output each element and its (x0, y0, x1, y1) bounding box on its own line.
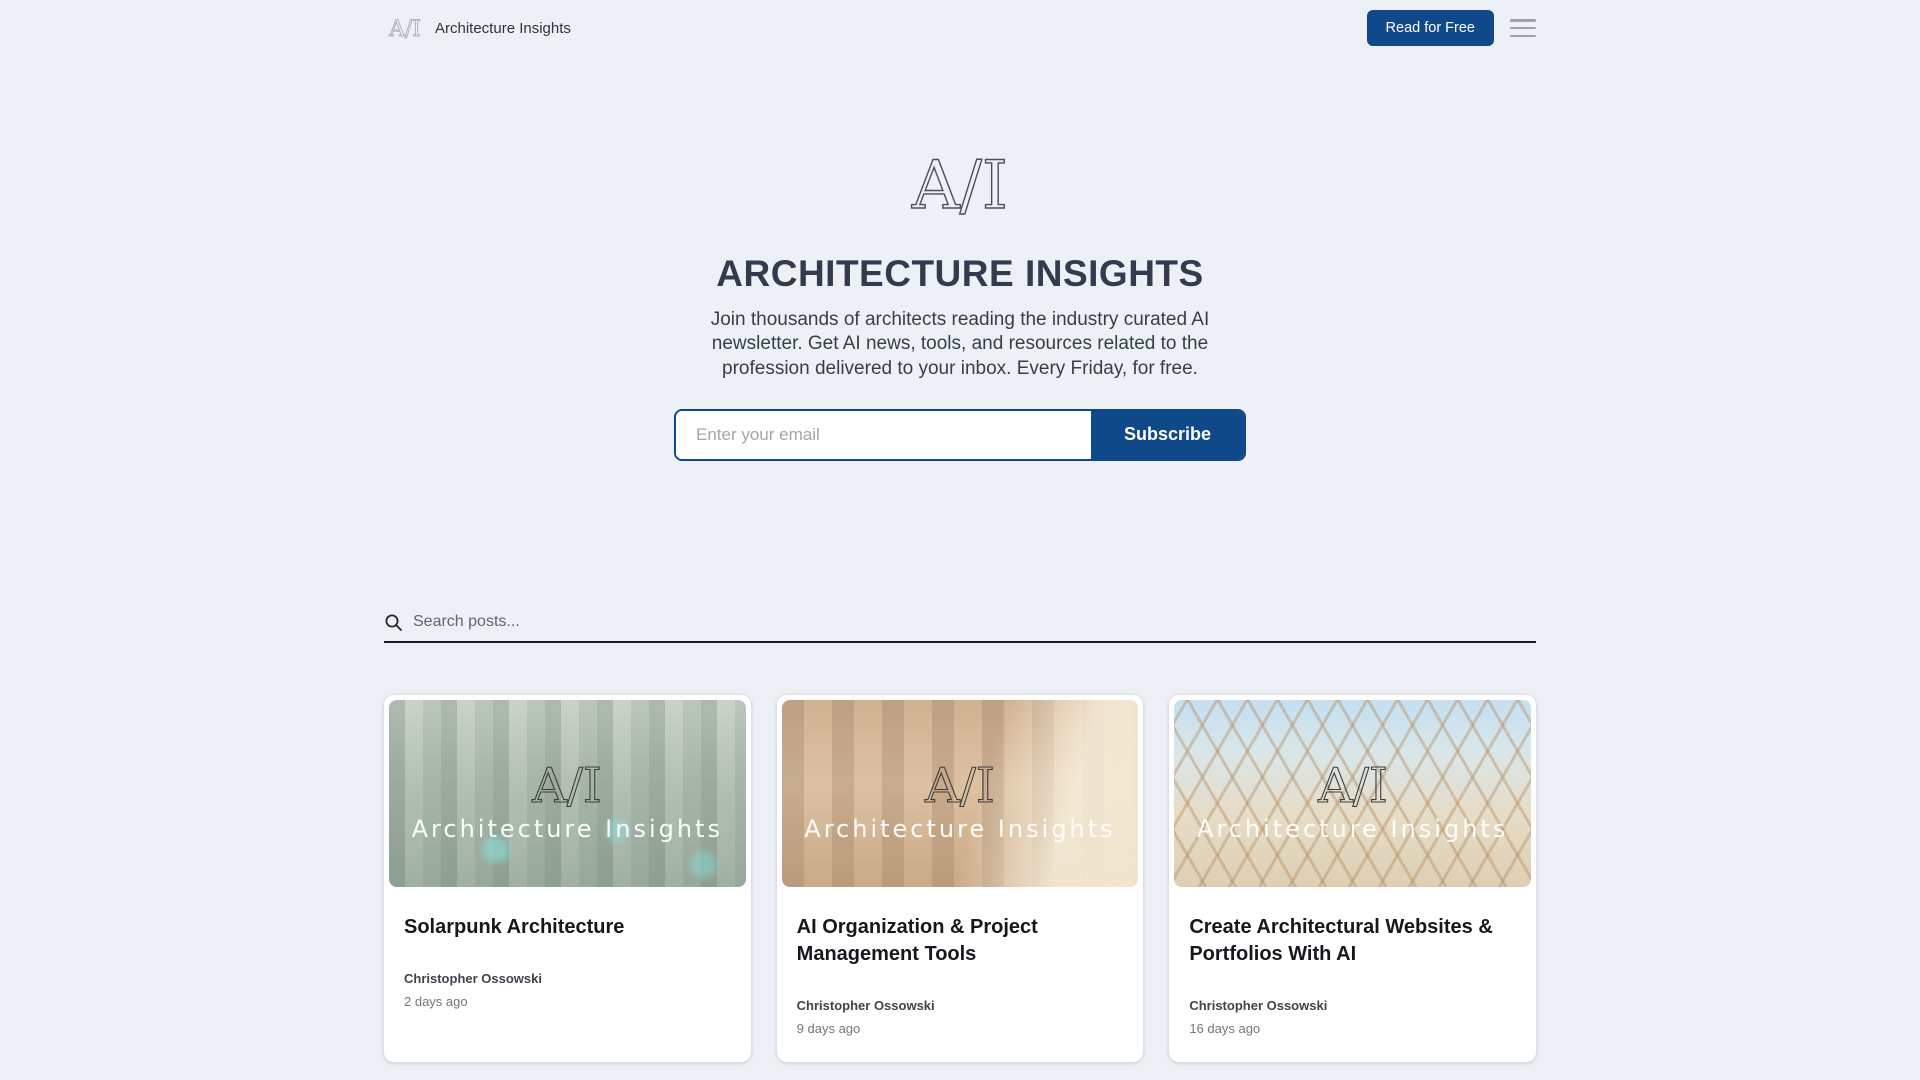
hero-section: A/I ARCHITECTURE INSIGHTS Join thousands… (0, 56, 1920, 461)
hero-logo-icon: A/I (895, 146, 1025, 224)
subscribe-button[interactable]: Subscribe (1091, 411, 1244, 459)
post-card[interactable]: A/I Architecture Insights Create Archite… (1169, 695, 1536, 1062)
hero-subtitle: Join thousands of architects reading the… (671, 308, 1249, 381)
post-image: A/I Architecture Insights (782, 700, 1139, 887)
watermark-logo-icon: A/I (1298, 757, 1408, 813)
brand[interactable]: A/I Architecture Insights (384, 15, 571, 41)
search-bar[interactable] (384, 613, 1536, 643)
brand-name: Architecture Insights (435, 20, 571, 37)
watermark-text: Architecture Insights (1197, 815, 1508, 843)
watermark-text: Architecture Insights (804, 815, 1115, 843)
svg-text:A/I: A/I (911, 147, 1008, 224)
post-title[interactable]: AI Organization & Project Management Too… (797, 914, 1124, 968)
image-watermark: A/I Architecture Insights (782, 700, 1139, 887)
email-field[interactable] (676, 411, 1091, 459)
post-title[interactable]: Create Architectural Websites & Portfoli… (1189, 914, 1516, 968)
post-date: 2 days ago (404, 994, 731, 1009)
header-actions: Read for Free (1367, 10, 1536, 46)
post-card-body: Solarpunk Architecture Christopher Ossow… (384, 892, 751, 1035)
post-author: Christopher Ossowski (797, 998, 1124, 1013)
post-card-body: Create Architectural Websites & Portfoli… (1169, 892, 1536, 1062)
menu-icon[interactable] (1510, 19, 1536, 37)
post-card[interactable]: A/I Architecture Insights Solarpunk Arch… (384, 695, 751, 1062)
post-title[interactable]: Solarpunk Architecture (404, 914, 731, 941)
post-author: Christopher Ossowski (404, 971, 731, 986)
watermark-logo-icon: A/I (512, 757, 622, 813)
post-card[interactable]: A/I Architecture Insights AI Organizatio… (777, 695, 1144, 1062)
subscribe-form: Subscribe (674, 409, 1246, 461)
search-icon (384, 613, 403, 632)
svg-text:A/I: A/I (924, 758, 995, 813)
svg-text:A/I: A/I (1317, 758, 1388, 813)
site-header: A/I Architecture Insights Read for Free (384, 0, 1536, 56)
post-date: 9 days ago (797, 1021, 1124, 1036)
svg-text:A/I: A/I (388, 17, 421, 41)
watermark-text: Architecture Insights (412, 815, 723, 843)
read-for-free-button[interactable]: Read for Free (1367, 10, 1494, 46)
post-date: 16 days ago (1189, 1021, 1516, 1036)
post-author: Christopher Ossowski (1189, 998, 1516, 1013)
page-title: ARCHITECTURE INSIGHTS (0, 253, 1920, 295)
post-image: A/I Architecture Insights (1174, 700, 1531, 887)
post-image: A/I Architecture Insights (389, 700, 746, 887)
svg-text:A/I: A/I (531, 758, 602, 813)
watermark-logo-icon: A/I (905, 757, 1015, 813)
brand-logo-icon: A/I (384, 15, 426, 41)
posts-grid: A/I Architecture Insights Solarpunk Arch… (384, 695, 1536, 1080)
image-watermark: A/I Architecture Insights (389, 700, 746, 887)
post-card-body: AI Organization & Project Management Too… (777, 892, 1144, 1062)
image-watermark: A/I Architecture Insights (1174, 700, 1531, 887)
search-input[interactable] (413, 613, 1536, 631)
